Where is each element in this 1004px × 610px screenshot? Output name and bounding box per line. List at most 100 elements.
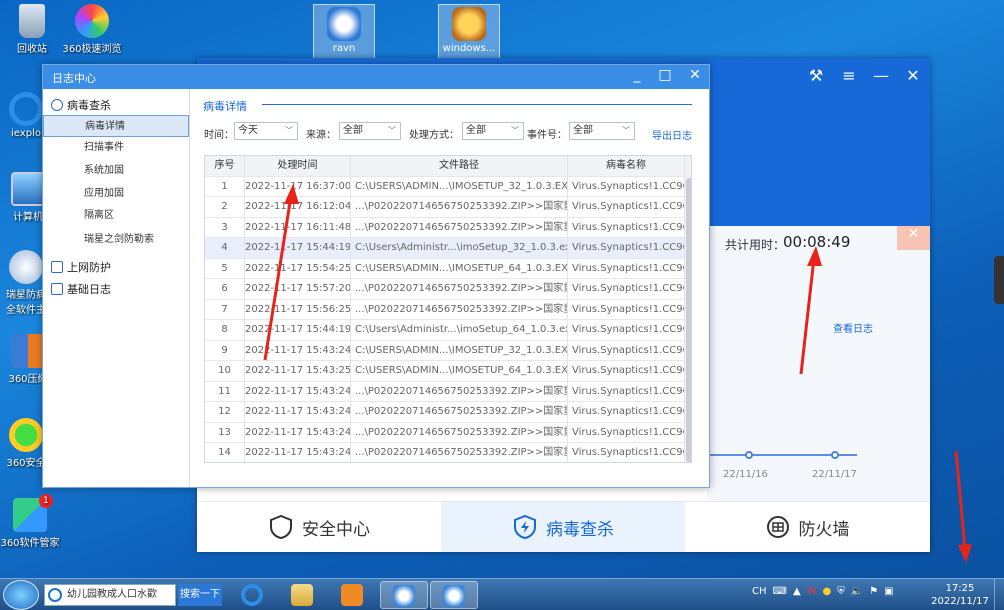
table-cell: C:\USERS\ADMIN...\IMOSETUP_32_1.0.3.EXE [351, 340, 568, 361]
flag-icon[interactable]: ⚑ [869, 586, 878, 597]
table-cell: Virus.Synaptics!1.CC9C [568, 361, 685, 381]
sidebar-item-app-hardening[interactable]: 应用加固 [43, 183, 189, 205]
event-filter-select[interactable]: 全部 ﹀ [569, 122, 635, 140]
show-desktop-button[interactable] [994, 579, 1004, 610]
filter-label-time: 时间： [204, 130, 234, 141]
select-value: 今天 [238, 125, 258, 136]
taskbar-app-ie[interactable] [228, 581, 276, 609]
table-cell: 1 [205, 176, 245, 197]
sidebar-group-base-log[interactable]: 基础日志 [51, 281, 111, 297]
tab-virus-scan[interactable]: 病毒查杀 [441, 502, 685, 552]
table-cell: ...\P020220714656750253392.ZIP>>国家重大 [351, 381, 568, 402]
table-scrollbar[interactable] [685, 156, 691, 462]
sidebar-group-web-protection[interactable]: 上网防护 [51, 259, 111, 275]
volume-icon[interactable]: 🔈 [851, 586, 863, 597]
table-row[interactable]: 13 2022-11-17 15:43:24 ...\P02022071465675… [205, 422, 685, 443]
sidebar-group-virus[interactable]: 病毒查杀 [51, 97, 111, 113]
desktop-icon-recycle-bin[interactable]: 回收站 [0, 4, 64, 55]
scrollbar-thumb[interactable] [686, 178, 691, 462]
table-header: 序号 处理时间 文件路径 病毒名称 [205, 156, 685, 177]
menu-button[interactable]: ≡ [837, 66, 861, 85]
input-language[interactable]: CH [752, 586, 767, 597]
taskbar-clock[interactable]: 17:25 2022/11/17 [930, 582, 990, 608]
column-header[interactable]: 处理时间 [245, 156, 351, 176]
graph-date: 22/11/17 [812, 469, 857, 480]
taskbar-app-media[interactable] [328, 581, 376, 609]
virus-group-icon [51, 99, 63, 111]
table-row[interactable]: 11 2022-11-17 15:43:24 ...\P02022071465675… [205, 381, 685, 402]
column-header[interactable]: 病毒名称 [568, 156, 685, 176]
tools-button[interactable]: ⚒ [804, 66, 828, 85]
side-widget[interactable] [994, 256, 1004, 304]
sidebar-item-quarantine[interactable]: 隔离区 [43, 205, 189, 227]
table-row[interactable]: 14 2022-11-17 15:43:24 ...\P02022071465675… [205, 443, 685, 462]
minimize-button[interactable]: — [869, 66, 893, 85]
log-minimize-button[interactable]: _ [627, 67, 647, 83]
filter-label-source: 来源： [306, 130, 336, 141]
desktop-tile-windows[interactable]: windows... [438, 4, 500, 60]
column-header[interactable]: 序号 [205, 156, 245, 176]
action-filter-select[interactable]: 全部 ﹀ [462, 122, 524, 140]
sidebar-item-virus-details[interactable]: 病毒详情 [43, 115, 189, 137]
column-header[interactable]: 文件路径 [351, 156, 568, 176]
timer-label: 共计用时： [725, 238, 786, 252]
table-cell: ...\P020220714656750253392.ZIP>>国家重大 [351, 422, 568, 443]
close-button[interactable]: ✕ [901, 66, 925, 85]
select-value: 全部 [573, 125, 593, 136]
desktop-icon-label: 360极速浏览 [62, 44, 122, 55]
table-cell: Virus.Synaptics!1.CC9C [568, 197, 685, 217]
table-row[interactable]: 12 2022-11-17 15:43:24 ...\P02022071465675… [205, 402, 685, 423]
graph-point [831, 451, 839, 459]
360-software-icon: 1 [13, 494, 53, 532]
export-log-link[interactable]: 导出日志 [652, 127, 692, 142]
desktop-tile-ravn[interactable]: ravn [313, 4, 375, 60]
log-window-titlebar[interactable]: 日志中心 _ □ ✕ [43, 65, 709, 89]
table-cell: 14 [205, 443, 245, 462]
keyboard-icon[interactable]: ⌨ [773, 586, 787, 597]
time-filter-select[interactable]: 今天 ﹀ [234, 122, 298, 140]
source-filter-select[interactable]: 全部 ﹀ [339, 122, 401, 140]
taskbar-app-rising-log[interactable] [430, 581, 478, 609]
table-cell: C:\Users\Administr...\imoSetup_64_1.0.3.… [351, 320, 568, 340]
taskbar-address-input[interactable]: 幼儿园教成人口水歡 [44, 584, 176, 606]
desktop-icon-360-software[interactable]: 1 360软件管家 [0, 494, 62, 549]
desktop-icon-360-browser[interactable]: 360极速浏览 [60, 4, 124, 55]
table-cell: Virus.Synaptics!1.CC9C [568, 238, 685, 258]
table-row[interactable]: 10 2022-11-17 15:43:25 C:\USERS\ADMIN...\I… [205, 361, 685, 382]
table-cell: 5 [205, 258, 245, 279]
table-cell: 10 [205, 361, 245, 381]
start-button[interactable] [3, 580, 39, 610]
log-maximize-button[interactable]: □ [655, 67, 675, 83]
folder-icon [291, 584, 313, 606]
close-banner-icon[interactable]: ✕ [897, 226, 930, 250]
tab-firewall[interactable]: 防火墙 [685, 502, 929, 552]
recycle-bin-icon [19, 4, 45, 38]
taskbar-app-explorer[interactable] [278, 581, 326, 609]
table-cell: 12 [205, 402, 245, 422]
tab-security-center[interactable]: 安全中心 [197, 502, 441, 552]
sidebar-item-ransomware[interactable]: 瑞星之剑防勒索 [43, 229, 189, 251]
sidebar-group-label: 基础日志 [67, 283, 111, 296]
log-close-button[interactable]: ✕ [685, 67, 705, 83]
antivirus-tray-icon[interactable]: W [807, 586, 817, 597]
shield-tray-icon[interactable]: ⛨ [837, 586, 845, 597]
shield-icon [270, 514, 292, 540]
sidebar-item-system-hardening[interactable]: 系统加固 [43, 160, 189, 182]
taskbar-app-rising[interactable] [380, 581, 428, 609]
360-safe-icon [9, 418, 43, 452]
notification-badge: 1 [39, 494, 53, 508]
360-browser-icon [75, 4, 109, 38]
tray-expand-icon[interactable]: ▲ [793, 586, 801, 597]
view-log-link[interactable]: 查看日志 [833, 320, 873, 335]
tile-label: ravn [332, 43, 356, 54]
lion-gold-icon [452, 7, 486, 41]
taskbar-search-button[interactable]: 搜索一下 [178, 584, 222, 606]
sidebar-item-scan-events[interactable]: 扫描事件 [43, 137, 189, 159]
network-icon[interactable]: ▣ [884, 586, 893, 597]
lion-shield-icon [443, 585, 465, 607]
table-cell: 3 [205, 217, 245, 238]
base-log-icon [51, 283, 63, 295]
360-tray-icon[interactable]: ● [823, 586, 832, 597]
web-protection-icon [51, 261, 63, 273]
table-cell: Virus.Synaptics!1.CC9C [568, 402, 685, 422]
